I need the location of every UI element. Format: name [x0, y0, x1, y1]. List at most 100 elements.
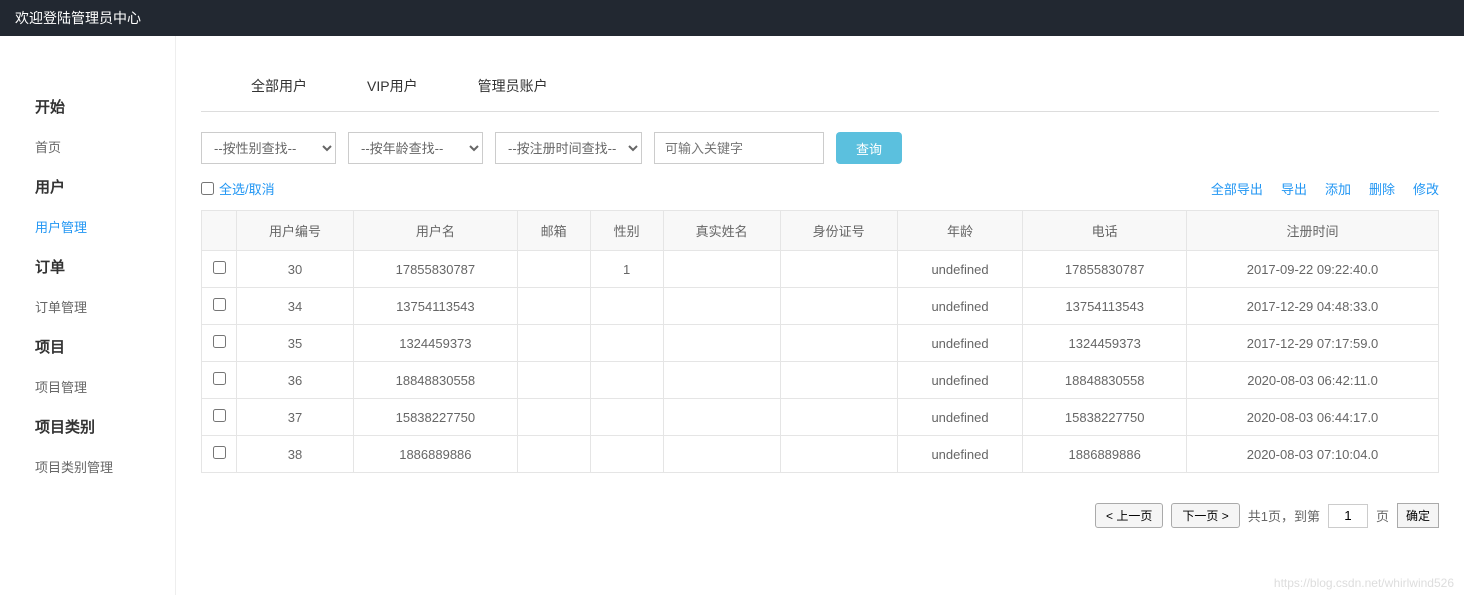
table-cell: 13754113543: [354, 288, 518, 325]
action-link[interactable]: 全部导出: [1211, 179, 1263, 198]
table-row: 3715838227750undefined158382277502020-08…: [202, 399, 1439, 436]
table-cell: 17855830787: [354, 251, 518, 288]
table-header-cell: 用户编号: [237, 211, 354, 251]
prev-page-button[interactable]: < 上一页: [1095, 503, 1163, 528]
sidebar-section-title: 项目类别: [0, 406, 175, 447]
row-checkbox[interactable]: [213, 335, 226, 348]
table-cell: [517, 288, 590, 325]
table-cell: 13754113543: [1023, 288, 1187, 325]
search-button[interactable]: 查询: [836, 132, 902, 164]
action-link[interactable]: 修改: [1413, 179, 1439, 198]
table-cell: undefined: [897, 362, 1023, 399]
watermark: https://blog.csdn.net/whirlwind526: [1274, 576, 1454, 590]
table-cell: [590, 399, 663, 436]
action-links: 全部导出导出添加删除修改: [1211, 179, 1439, 198]
table-cell: 15838227750: [1023, 399, 1187, 436]
table-cell: [663, 325, 780, 362]
action-link[interactable]: 添加: [1325, 179, 1351, 198]
table-cell: 2020-08-03 07:10:04.0: [1187, 436, 1439, 473]
header-bar: 欢迎登陆管理员中心: [0, 0, 1464, 36]
sidebar-item[interactable]: 用户管理: [0, 207, 175, 246]
tab[interactable]: VIP用户: [327, 76, 438, 96]
table-cell: 36: [237, 362, 354, 399]
sidebar-section-title: 开始: [0, 86, 175, 127]
sidebar-item[interactable]: 项目管理: [0, 367, 175, 406]
main-content: 全部用户VIP用户管理员账户 --按性别查找-- --按年龄查找-- --按注册…: [175, 36, 1464, 595]
table-header-cell: 性别: [590, 211, 663, 251]
select-all-checkbox[interactable]: [201, 182, 214, 195]
table-cell: 2017-12-29 07:17:59.0: [1187, 325, 1439, 362]
header-title: 欢迎登陆管理员中心: [15, 10, 141, 26]
table-cell: 17855830787: [1023, 251, 1187, 288]
table-cell: [663, 399, 780, 436]
table-cell: [780, 362, 897, 399]
filter-gender-select[interactable]: --按性别查找--: [201, 132, 336, 164]
table-cell: 2017-12-29 04:48:33.0: [1187, 288, 1439, 325]
table-cell: [780, 251, 897, 288]
table-cell: [517, 325, 590, 362]
table-cell: [780, 399, 897, 436]
table-cell: 38: [237, 436, 354, 473]
table-cell: [663, 436, 780, 473]
sidebar-item[interactable]: 项目类别管理: [0, 447, 175, 486]
row-checkbox[interactable]: [213, 261, 226, 274]
action-link[interactable]: 导出: [1281, 179, 1307, 198]
tab[interactable]: 全部用户: [201, 76, 327, 96]
table-header-cell: 身份证号: [780, 211, 897, 251]
table-cell: 30: [237, 251, 354, 288]
data-table: 用户编号用户名邮箱性别真实姓名身份证号年龄电话注册时间 301785583078…: [201, 210, 1439, 473]
table-row: 30178558307871undefined178558307872017-0…: [202, 251, 1439, 288]
row-checkbox[interactable]: [213, 298, 226, 311]
table-header-cell: [202, 211, 237, 251]
row-checkbox[interactable]: [213, 409, 226, 422]
table-cell: [517, 251, 590, 288]
table-cell: 1886889886: [1023, 436, 1187, 473]
sidebar-section-title: 项目: [0, 326, 175, 367]
table-cell: [517, 362, 590, 399]
table-cell: undefined: [897, 288, 1023, 325]
sidebar-section-title: 用户: [0, 166, 175, 207]
table-cell: [780, 288, 897, 325]
table-cell: 18848830558: [1023, 362, 1187, 399]
table-header-cell: 用户名: [354, 211, 518, 251]
table-row: 3413754113543undefined137541135432017-12…: [202, 288, 1439, 325]
table-cell: 2017-09-22 09:22:40.0: [1187, 251, 1439, 288]
table-cell: 2020-08-03 06:44:17.0: [1187, 399, 1439, 436]
next-page-button[interactable]: 下一页 >: [1171, 503, 1239, 528]
table-cell: [590, 436, 663, 473]
filter-row: --按性别查找-- --按年龄查找-- --按注册时间查找-- 查询: [201, 132, 1439, 164]
sidebar-item[interactable]: 订单管理: [0, 287, 175, 326]
table-cell: [663, 251, 780, 288]
table-header-cell: 邮箱: [517, 211, 590, 251]
sidebar-section-title: 订单: [0, 246, 175, 287]
table-header-cell: 电话: [1023, 211, 1187, 251]
table-cell: 15838227750: [354, 399, 518, 436]
table-cell: [780, 325, 897, 362]
page-number-input[interactable]: [1328, 504, 1368, 528]
pagination-total-text: 共1页，到第: [1248, 506, 1320, 525]
table-cell: [590, 288, 663, 325]
page-confirm-button[interactable]: 确定: [1397, 503, 1439, 528]
action-link[interactable]: 删除: [1369, 179, 1395, 198]
table-cell: [517, 436, 590, 473]
table-cell: [663, 288, 780, 325]
table-cell: 1324459373: [1023, 325, 1187, 362]
table-header-cell: 注册时间: [1187, 211, 1439, 251]
sidebar-item[interactable]: 首页: [0, 127, 175, 166]
filter-age-select[interactable]: --按年龄查找--: [348, 132, 483, 164]
table-header-cell: 年龄: [897, 211, 1023, 251]
table-row: 351324459373undefined13244593732017-12-2…: [202, 325, 1439, 362]
tab[interactable]: 管理员账户: [438, 76, 568, 96]
row-checkbox[interactable]: [213, 446, 226, 459]
table-cell: 1: [590, 251, 663, 288]
table-cell: undefined: [897, 251, 1023, 288]
table-cell: [590, 325, 663, 362]
tabs-row: 全部用户VIP用户管理员账户: [201, 76, 1439, 112]
table-cell: undefined: [897, 399, 1023, 436]
filter-regtime-select[interactable]: --按注册时间查找--: [495, 132, 642, 164]
table-cell: 1324459373: [354, 325, 518, 362]
table-row: 381886889886undefined18868898862020-08-0…: [202, 436, 1439, 473]
filter-keyword-input[interactable]: [654, 132, 824, 164]
select-all-link[interactable]: 全选/取消: [219, 179, 275, 198]
row-checkbox[interactable]: [213, 372, 226, 385]
